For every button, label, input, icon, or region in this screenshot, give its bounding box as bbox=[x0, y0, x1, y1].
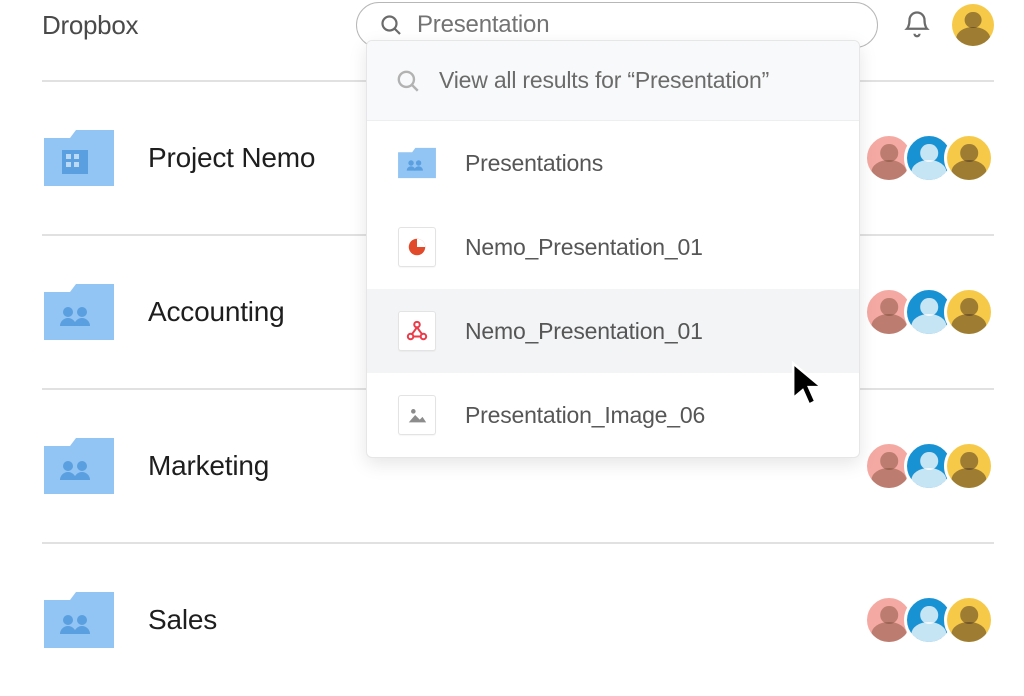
bell-icon[interactable] bbox=[902, 10, 932, 40]
search-result-label: Nemo_Presentation_01 bbox=[465, 234, 703, 261]
org-folder-icon bbox=[42, 128, 116, 188]
image-file-icon bbox=[397, 395, 437, 435]
topbar-right bbox=[902, 4, 994, 46]
search-result-label: Nemo_Presentation_01 bbox=[465, 318, 703, 345]
cursor-icon bbox=[790, 360, 828, 408]
team-folder-icon bbox=[397, 143, 437, 183]
search-result-label: Presentations bbox=[465, 150, 603, 177]
avatar[interactable] bbox=[944, 595, 994, 645]
search-result-item[interactable]: Presentations bbox=[367, 121, 859, 205]
pdf-file-icon bbox=[397, 311, 437, 351]
avatar-current-user[interactable] bbox=[952, 4, 994, 46]
avatar[interactable] bbox=[944, 287, 994, 337]
team-folder-icon bbox=[42, 436, 116, 496]
folder-name: Sales bbox=[148, 604, 832, 636]
brand-label: Dropbox bbox=[42, 10, 332, 41]
folder-members bbox=[864, 441, 994, 491]
folder-members bbox=[864, 133, 994, 183]
search-icon bbox=[395, 68, 421, 94]
folder-members bbox=[864, 595, 994, 645]
search-value: Presentation bbox=[417, 11, 549, 39]
team-folder-icon bbox=[42, 282, 116, 342]
search-view-all[interactable]: View all results for “Presentation” bbox=[367, 41, 859, 121]
search-result-item[interactable]: Nemo_Presentation_01 bbox=[367, 205, 859, 289]
folder-members bbox=[864, 287, 994, 337]
search-result-item[interactable]: Presentation_Image_06 bbox=[367, 373, 859, 457]
team-folder-icon bbox=[42, 590, 116, 650]
search-view-all-label: View all results for “Presentation” bbox=[439, 67, 769, 94]
search-result-item[interactable]: Nemo_Presentation_01 bbox=[367, 289, 859, 373]
folder-row[interactable]: Sales bbox=[42, 542, 994, 696]
avatar[interactable] bbox=[944, 441, 994, 491]
avatar[interactable] bbox=[944, 133, 994, 183]
search-result-label: Presentation_Image_06 bbox=[465, 402, 705, 429]
powerpoint-file-icon bbox=[397, 227, 437, 267]
search-dropdown: View all results for “Presentation” Pres… bbox=[366, 40, 860, 458]
search-icon bbox=[379, 13, 403, 37]
